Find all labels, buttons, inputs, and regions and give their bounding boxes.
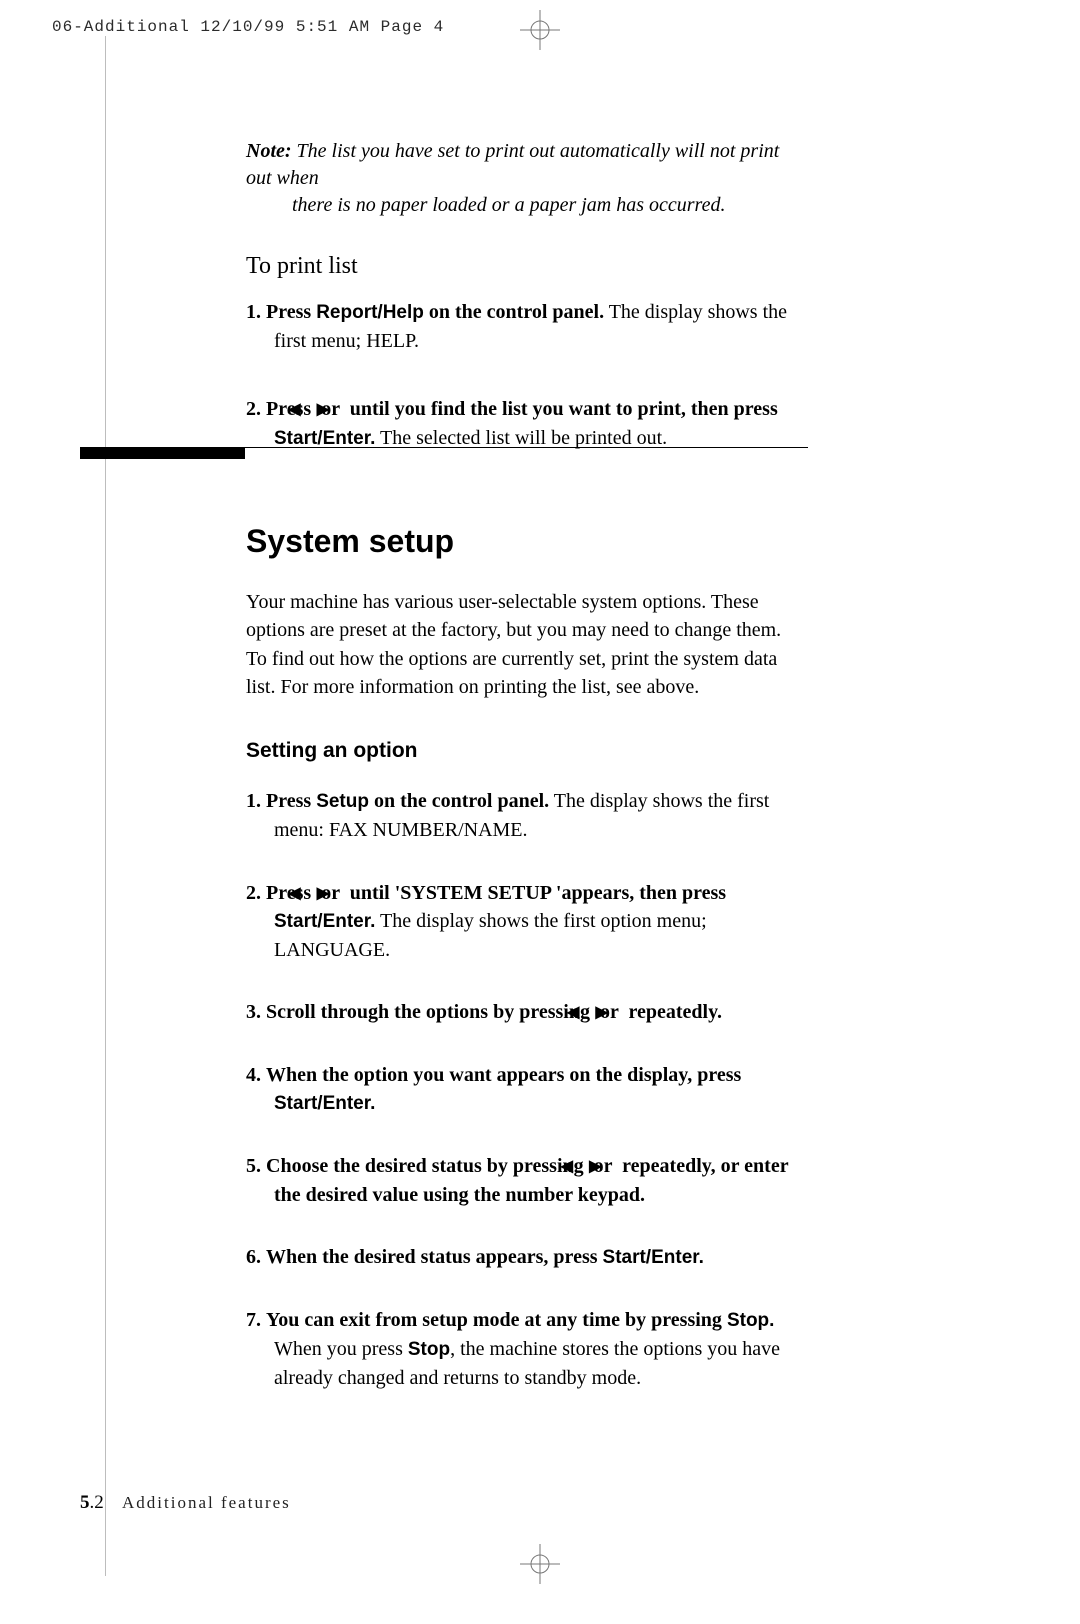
- button-stop: Stop.: [727, 1310, 775, 1331]
- button-setup: Setup: [316, 791, 369, 812]
- button-start-enter: Start/Enter.: [274, 1093, 375, 1114]
- step-text: repeatedly.: [623, 1001, 722, 1023]
- step-text: When the option you want appears on the …: [266, 1064, 741, 1086]
- note-text-line1: The list you have set to print out autom…: [246, 140, 779, 189]
- setting-step-6: 6. When the desired status appears, pres…: [246, 1243, 806, 1272]
- setting-option-heading: Setting an option: [246, 739, 806, 763]
- step-number: 6.: [246, 1246, 261, 1268]
- step-text: Scroll through the options by pressing: [266, 1001, 595, 1023]
- step-number: 3.: [246, 1001, 261, 1023]
- print-slug: 06-Additional 12/10/99 5:51 AM Page 4: [52, 18, 444, 36]
- step-number: 1.: [246, 301, 261, 323]
- section-divider-stub: [80, 447, 245, 459]
- step-number: 2.: [246, 398, 261, 420]
- note-block: Note: The list you have set to print out…: [246, 138, 806, 219]
- button-report-help: Report/Help: [316, 302, 424, 323]
- step-text: on the control panel.: [369, 790, 549, 812]
- footer-page: 2: [94, 1492, 104, 1513]
- setting-step-1: 1. Press Setup on the control panel. The…: [246, 787, 806, 844]
- note-label: Note:: [246, 140, 292, 162]
- step-text: When the desired status appears, press: [266, 1246, 603, 1268]
- system-setup-heading: System setup: [246, 523, 806, 560]
- step-text: until you find the list you want to prin…: [345, 398, 778, 420]
- setting-step-4: 4. When the option you want appears on t…: [246, 1061, 806, 1118]
- step-number: 5.: [246, 1155, 261, 1177]
- setting-step-2: 2. Press ◀ or ▶ until 'SYSTEM SETUP 'app…: [246, 879, 806, 965]
- footer-chapter: 5: [80, 1492, 90, 1513]
- page-body: Note: The list you have set to print out…: [246, 138, 806, 1426]
- step-tail: When you press: [274, 1338, 408, 1360]
- step-text: Press: [266, 790, 316, 812]
- step-text: until 'SYSTEM SETUP 'appears, then press: [345, 882, 726, 904]
- step-tail: The selected list will be printed out.: [375, 427, 667, 449]
- step-number: 4.: [246, 1064, 261, 1086]
- button-start-enter: Start/Enter.: [603, 1247, 704, 1268]
- system-intro: Your machine has various user-selectable…: [246, 588, 806, 702]
- footer-section: Additional features: [122, 1493, 291, 1512]
- registration-mark-top: [520, 10, 560, 50]
- setting-step-7: 7. You can exit from setup mode at any t…: [246, 1306, 806, 1392]
- print-step-1: 1. Press Report/Help on the control pane…: [246, 298, 806, 355]
- setting-step-5: 5. Choose the desired status by pressing…: [246, 1152, 806, 1209]
- trim-rule-left: [105, 36, 106, 1576]
- button-stop: Stop: [408, 1339, 450, 1360]
- print-step-2: 2. Press ◀ or ▶ until you find the list …: [246, 395, 806, 452]
- to-print-list-heading: To print list: [246, 253, 806, 280]
- step-number: 7.: [246, 1309, 261, 1331]
- step-text: Choose the desired status by pressing: [266, 1155, 589, 1177]
- note-text-line2: there is no paper loaded or a paper jam …: [292, 192, 806, 219]
- step-number: 1.: [246, 790, 261, 812]
- button-start-enter: Start/Enter.: [274, 911, 375, 932]
- page-footer: 5.2 Additional features: [80, 1492, 291, 1514]
- step-text: Press: [266, 301, 316, 323]
- step-number: 2.: [246, 882, 261, 904]
- step-text: on the control panel.: [424, 301, 604, 323]
- button-start-enter: Start/Enter.: [274, 428, 375, 449]
- step-text: You can exit from setup mode at any time…: [266, 1309, 727, 1331]
- registration-mark-bottom: [520, 1544, 560, 1584]
- setting-step-3: 3. Scroll through the options by pressin…: [246, 998, 806, 1026]
